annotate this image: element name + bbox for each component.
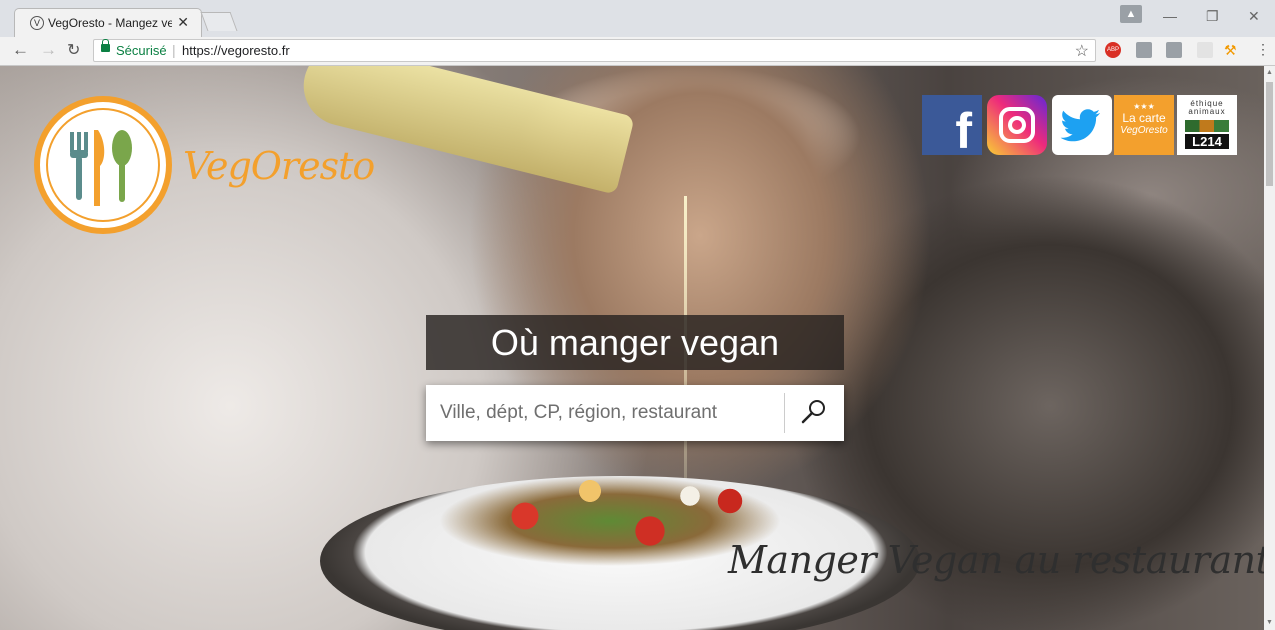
carte-vegoresto-badge[interactable]: ★★★ La carte VegOresto: [1114, 95, 1174, 155]
scroll-up-icon[interactable]: ▲: [1266, 69, 1273, 76]
browser-tabstrip: V VegOresto - Mangez veg ✕ ▲ — ❐ ✕: [0, 0, 1275, 37]
browser-toolbar: ← → ↻ Sécurisé | https://vegoresto.fr ☆ …: [0, 37, 1275, 66]
minimize-button[interactable]: —: [1163, 8, 1177, 24]
hero-title: Où manger vegan: [490, 322, 780, 363]
search-icon: [801, 400, 825, 424]
carte-stars: ★★★: [1133, 102, 1155, 111]
menu-icon[interactable]: ⋮: [1256, 41, 1270, 58]
instagram-icon[interactable]: [987, 95, 1047, 155]
search-input[interactable]: [426, 385, 784, 441]
logo-icon[interactable]: [34, 96, 172, 234]
lock-icon: [101, 39, 110, 52]
twitter-icon[interactable]: [1052, 95, 1112, 155]
scroll-down-icon[interactable]: ▼: [1266, 619, 1273, 626]
l214-top-text: éthique animaux: [1188, 99, 1226, 116]
scrollbar[interactable]: ▲ ▼: [1264, 66, 1275, 630]
hero-title-box: Où manger vegan: [426, 315, 844, 370]
url-text[interactable]: https://vegoresto.fr: [182, 43, 290, 58]
tagline: Manger Vegan au restaurant: [728, 538, 1264, 582]
adblock-icon[interactable]: ABP: [1105, 42, 1121, 58]
new-tab-button[interactable]: [200, 12, 238, 31]
extension-icon[interactable]: [1166, 42, 1182, 58]
tab-close-button[interactable]: ✕: [177, 14, 189, 31]
close-window-button[interactable]: ✕: [1248, 8, 1260, 25]
carte-line1: La carte: [1122, 111, 1166, 125]
forward-icon[interactable]: →: [40, 40, 57, 60]
carte-line2: VegOresto: [1120, 125, 1168, 136]
tab-title: VegOresto - Mangez veg: [48, 16, 172, 30]
l214-animals-icon: [1185, 120, 1229, 132]
scroll-thumb[interactable]: [1266, 82, 1273, 186]
restore-button[interactable]: ❐: [1206, 8, 1219, 25]
profile-icon[interactable]: ▲: [1120, 5, 1142, 23]
secure-label: Sécurisé: [116, 43, 167, 58]
extension-icon[interactable]: [1197, 42, 1213, 58]
facebook-icon[interactable]: f: [922, 95, 982, 159]
wrench-icon[interactable]: ⚒: [1224, 42, 1240, 58]
star-icon[interactable]: ☆: [1075, 41, 1089, 61]
extension-icon[interactable]: [1136, 42, 1152, 58]
cutlery-icon: [70, 130, 132, 206]
browser-favicon-icon: V: [30, 16, 44, 30]
url-divider: |: [172, 42, 176, 58]
l214-badge[interactable]: éthique animaux L214: [1177, 95, 1237, 155]
hero-background: VegOresto f ★★★ La carte VegOresto éthiq…: [0, 66, 1264, 630]
browser-tab[interactable]: V VegOresto - Mangez veg ✕: [14, 8, 202, 37]
logo-text[interactable]: VegOresto: [183, 144, 375, 188]
reload-icon[interactable]: ↻: [67, 40, 80, 60]
back-icon[interactable]: ←: [12, 40, 29, 60]
search-button[interactable]: [785, 385, 844, 441]
search-box: [426, 385, 844, 441]
address-bar[interactable]: Sécurisé | https://vegoresto.fr ☆: [93, 39, 1096, 62]
l214-label: L214: [1185, 134, 1229, 149]
